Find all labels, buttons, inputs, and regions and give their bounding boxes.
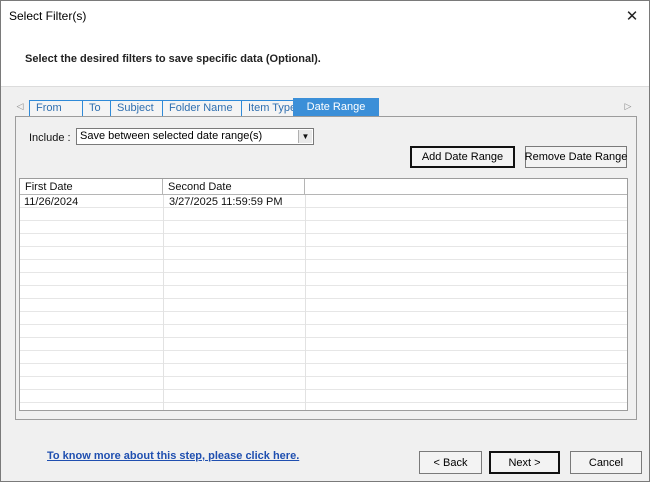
column-divider <box>163 195 164 410</box>
table-grid-lines <box>20 195 627 410</box>
tab-folder-name[interactable]: Folder Name <box>162 100 243 116</box>
date-range-panel: Include : Save between selected date ran… <box>15 116 637 420</box>
include-dropdown-value: Save between selected date range(s) <box>80 130 263 142</box>
filter-tabs: ◁ From To Subject Folder Name Item Type … <box>13 97 635 116</box>
add-date-range-button[interactable]: Add Date Range <box>410 146 515 168</box>
table-header: First Date Second Date <box>20 179 627 195</box>
cell-second-date: 3/27/2025 11:59:59 PM <box>169 196 283 208</box>
tab-from[interactable]: From <box>29 100 84 116</box>
next-button[interactable]: Next > <box>489 451 560 474</box>
tab-item-type[interactable]: Item Type <box>241 100 294 116</box>
tab-date-range[interactable]: Date Range <box>293 98 379 116</box>
tab-subject[interactable]: Subject <box>110 100 164 116</box>
instruction-text: Select the desired filters to save speci… <box>25 53 321 65</box>
include-label: Include : <box>29 132 71 144</box>
tab-scroll-left-icon[interactable]: ◁ <box>15 99 25 113</box>
table-row[interactable]: 11/26/2024 3/27/2025 11:59:59 PM <box>20 196 627 209</box>
select-filters-dialog: Select Filter(s) ✕ Select the desired fi… <box>0 0 650 482</box>
column-divider <box>305 195 306 410</box>
column-header-second-date[interactable]: Second Date <box>163 179 305 195</box>
chevron-down-icon[interactable]: ▼ <box>298 130 312 143</box>
tab-to[interactable]: To <box>82 100 112 116</box>
cell-first-date: 11/26/2024 <box>24 196 79 208</box>
close-icon[interactable]: ✕ <box>615 1 649 31</box>
help-link[interactable]: To know more about this step, please cli… <box>47 450 299 462</box>
date-range-table: First Date Second Date 11/26/2024 3/27/2… <box>19 178 628 411</box>
column-header-first-date[interactable]: First Date <box>20 179 163 195</box>
remove-date-range-button[interactable]: Remove Date Range <box>525 146 627 168</box>
back-button[interactable]: < Back <box>419 451 482 474</box>
header-band: Select the desired filters to save speci… <box>1 31 649 87</box>
include-dropdown[interactable]: Save between selected date range(s) ▼ <box>76 128 314 145</box>
tab-scroll-right-icon[interactable]: ▷ <box>623 99 633 113</box>
title-bar: Select Filter(s) ✕ <box>1 1 649 31</box>
cancel-button[interactable]: Cancel <box>570 451 642 474</box>
window-title: Select Filter(s) <box>9 9 87 23</box>
